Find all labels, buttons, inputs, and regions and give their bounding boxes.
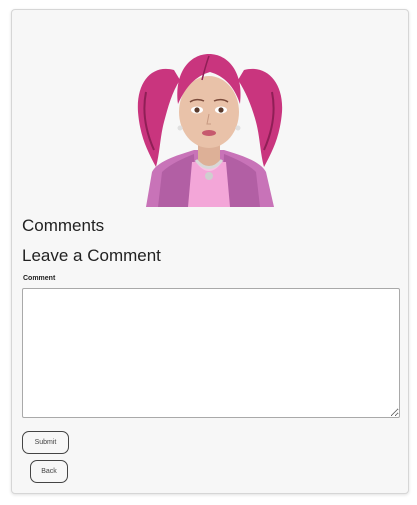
comment-label: Comment [23,275,56,282]
avatar [134,42,284,207]
submit-button[interactable]: Submit [22,431,69,454]
leave-comment-heading: Leave a Comment [22,246,161,265]
comment-textarea[interactable] [22,288,400,418]
comments-heading: Comments [22,216,105,235]
avatar-image [137,54,283,207]
back-button[interactable]: Back [30,460,68,483]
comment-card: Comments Leave a Comment Comment Submit … [11,9,409,494]
